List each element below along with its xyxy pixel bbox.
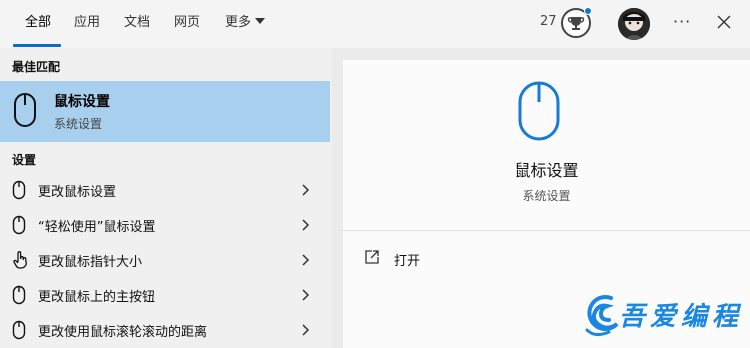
mouse-icon (12, 320, 26, 340)
rewards-points: 27 (540, 14, 557, 29)
more-icon: ··· (673, 12, 692, 31)
pointer-hand-icon (13, 251, 27, 269)
notification-dot (584, 7, 592, 15)
chevron-right-icon (302, 289, 310, 301)
mouse-icon (518, 81, 560, 141)
best-match-title: 鼠标设置 (54, 94, 110, 110)
search-top-bar: 全部 应用 文档 网页 更多 27 ··· (0, 0, 750, 48)
best-match-subtitle: 系统设置 (54, 117, 103, 131)
list-item[interactable]: 更改鼠标上的主按钮 (0, 277, 330, 311)
chevron-down-icon (255, 18, 266, 24)
mouse-icon (12, 285, 26, 305)
best-match-item[interactable]: 鼠标设置 系统设置 (0, 81, 330, 142)
close-icon (717, 15, 731, 29)
avatar[interactable] (618, 8, 650, 40)
list-item[interactable]: 更改使用鼠标滚轮滚动的距离 (0, 312, 330, 346)
list-item[interactable]: 更改鼠标设置 (0, 172, 330, 206)
tab-apps[interactable]: 应用 (74, 14, 100, 32)
open-icon (365, 250, 379, 264)
tab-more[interactable]: 更多 (225, 14, 266, 32)
divider (343, 230, 750, 231)
more-options-button[interactable]: ··· (673, 12, 691, 31)
results-panel: 最佳匹配 鼠标设置 系统设置 设置 更改鼠标设置 “轻松使用”鼠标设置 更改鼠标… (0, 48, 332, 348)
settings-heading: 设置 (12, 153, 37, 167)
list-item[interactable]: 更改鼠标指针大小 (0, 242, 330, 276)
active-tab-indicator (13, 44, 61, 47)
mouse-icon (14, 93, 36, 127)
list-item-label: “轻松使用”鼠标设置 (38, 220, 156, 235)
chevron-right-icon (302, 254, 310, 266)
detail-title: 鼠标设置 (514, 161, 579, 180)
list-item[interactable]: “轻松使用”鼠标设置 (0, 207, 330, 241)
tab-more-label: 更多 (225, 15, 252, 30)
wave-logo-icon (585, 295, 619, 337)
detail-subtitle: 系统设置 (522, 189, 571, 203)
close-button[interactable] (714, 12, 734, 32)
list-item-label: 更改鼠标指针大小 (38, 255, 143, 270)
list-item-label: 更改使用鼠标滚轮滚动的距离 (38, 325, 208, 340)
tab-documents[interactable]: 文档 (124, 14, 150, 32)
chevron-right-icon (302, 219, 310, 231)
list-item-label: 更改鼠标上的主按钮 (38, 290, 156, 305)
mouse-icon (12, 180, 26, 200)
chevron-right-icon (302, 184, 310, 196)
watermark: 吾爱编程 (581, 286, 746, 342)
tab-all[interactable]: 全部 (25, 14, 51, 32)
open-button[interactable]: 打开 (361, 248, 481, 269)
tab-web[interactable]: 网页 (174, 14, 200, 32)
trophy-icon[interactable] (561, 7, 592, 38)
open-label: 打开 (394, 254, 421, 269)
chevron-right-icon (302, 324, 310, 336)
watermark-text: 吾爱编程 (619, 302, 744, 332)
best-match-heading: 最佳匹配 (12, 60, 61, 74)
list-item-label: 更改鼠标设置 (38, 185, 117, 200)
mouse-icon (12, 215, 26, 235)
